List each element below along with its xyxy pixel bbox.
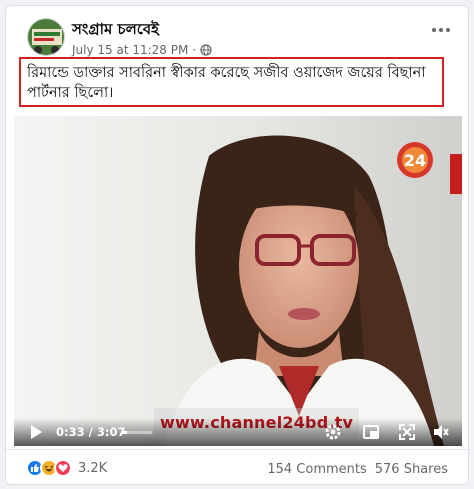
channel-side-strip [450, 154, 462, 194]
settings-gear-icon[interactable] [324, 423, 342, 441]
reaction-count: 3.2K [78, 460, 108, 476]
channel-logo-icon: 24 [397, 142, 433, 178]
volume-icon[interactable] [432, 423, 450, 441]
post-caption: রিমান্ডে ডাক্তার সাবরিনা স্বীকার করেছে স… [27, 65, 426, 101]
meta-separator: · [192, 43, 197, 57]
page-avatar[interactable] [27, 18, 65, 56]
post-meta: July 15 at 11:28 PM · [72, 43, 212, 57]
post-timestamp[interactable]: July 15 at 11:28 PM [72, 43, 188, 57]
current-time: 0:33 [56, 425, 85, 439]
progress-fill [122, 431, 128, 434]
time-display: 0:33 / 3:07 [56, 425, 125, 439]
page-name[interactable]: সংগ্রাম চলবেই [72, 18, 159, 43]
play-icon[interactable] [28, 424, 44, 440]
time-separator: / [88, 425, 93, 439]
caption-highlight-box: রিমান্ডে ডাক্তার সাবরিনা স্বীকার করেছে স… [19, 57, 444, 107]
fullscreen-icon[interactable] [398, 423, 416, 441]
globe-icon [200, 44, 212, 56]
channel-logo-text: 24 [404, 151, 426, 170]
post-stats: 154 Comments 576 Shares [267, 462, 448, 477]
love-icon [54, 459, 72, 477]
pip-icon[interactable] [362, 423, 380, 441]
post-header: সংগ্রাম চলবেই July 15 at 11:28 PM · [6, 6, 468, 58]
post-card: সংগ্রাম চলবেই July 15 at 11:28 PM · রিমা… [5, 5, 469, 485]
video-controls: 0:33 / 3:07 [14, 418, 462, 446]
more-options-icon[interactable] [432, 28, 450, 32]
video-player[interactable]: 24 www.channel24bd.tv 0:33 / 3:07 [14, 116, 462, 446]
shares-count[interactable]: 576 Shares [375, 462, 448, 477]
progress-bar[interactable] [122, 431, 152, 434]
engagement-bar: 3.2K 154 Comments 576 Shares [6, 449, 468, 485]
comments-count[interactable]: 154 Comments [267, 462, 366, 477]
reaction-summary[interactable]: 3.2K [26, 459, 107, 477]
